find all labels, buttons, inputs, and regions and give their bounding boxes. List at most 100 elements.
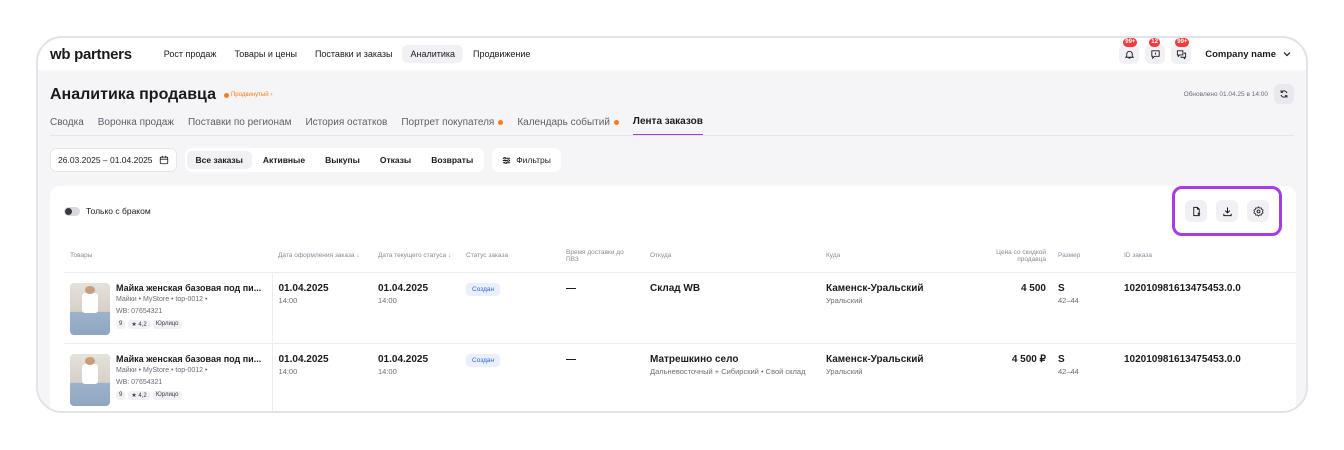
tab-sales-funnel[interactable]: Воронка продаж bbox=[98, 116, 174, 136]
promo-badge[interactable]: Продвинутый › bbox=[223, 92, 273, 98]
segment-refusals[interactable]: Отказы bbox=[371, 151, 420, 169]
col-header-from: Откуда bbox=[650, 252, 672, 260]
tab-label: Портрет покупателя bbox=[401, 117, 495, 128]
tab-regional-supplies[interactable]: Поставки по регионам bbox=[188, 116, 291, 136]
table-row[interactable]: Майка женская базовая под пи... Майки • … bbox=[64, 271, 1296, 343]
col-header-price: Цена со скидкой продавца bbox=[996, 248, 1046, 263]
defect-only-toggle[interactable] bbox=[64, 206, 80, 216]
rating-value: 4,2 bbox=[138, 321, 147, 328]
report-button[interactable] bbox=[1185, 200, 1207, 222]
segment-buyouts[interactable]: Выкупы bbox=[316, 151, 369, 169]
product-chips: 9 ★ 4,2 Юрлицо bbox=[116, 319, 266, 329]
delivery-cell: — bbox=[560, 342, 644, 411]
date-range-value: 26.03.2025 – 01.04.2025 bbox=[58, 155, 153, 165]
page-title-text: Аналитика продавца bbox=[50, 86, 216, 103]
from-region: Дальневосточный + Сибирский • Свой склад bbox=[650, 366, 806, 376]
size-range: 42–44 bbox=[1058, 366, 1079, 376]
to-cell: Каменск-Уральский Уральский bbox=[820, 342, 988, 411]
table-settings-button[interactable] bbox=[1247, 200, 1269, 222]
product-name[interactable]: Майка женская базовая под пи... bbox=[116, 354, 266, 364]
col-header-size: Размер bbox=[1058, 252, 1081, 260]
tab-label: Лента заказов bbox=[632, 116, 703, 127]
status-time: 14:00 bbox=[378, 295, 397, 305]
chevron-right-icon: › bbox=[270, 92, 273, 98]
segment-active[interactable]: Активные bbox=[254, 151, 314, 169]
promo-label: Продвинутый bbox=[230, 92, 269, 98]
tab-summary[interactable]: Сводка bbox=[50, 116, 84, 136]
promo-dot-icon bbox=[223, 92, 229, 98]
table-row[interactable]: Майка женская базовая под пи... Майки • … bbox=[64, 342, 1296, 411]
tab-orders-feed[interactable]: Лента заказов bbox=[632, 116, 703, 136]
bell-icon bbox=[1124, 50, 1135, 59]
col-header-order-date[interactable]: Дата оформления заказа ↓ bbox=[272, 240, 372, 272]
product-meta: Майки • MyStore • top-0012 • bbox=[116, 295, 208, 303]
nav-item-analytics[interactable]: Аналитика bbox=[402, 45, 464, 63]
product-wb-article: WB: 07654321 bbox=[116, 378, 163, 386]
tab-events-calendar[interactable]: Календарь событий bbox=[517, 116, 619, 136]
download-button[interactable] bbox=[1216, 200, 1238, 222]
size-value: S bbox=[1058, 282, 1065, 294]
filters-button-label: Фильтры bbox=[516, 155, 551, 165]
product-thumbnail[interactable] bbox=[70, 282, 110, 335]
settings-icon bbox=[1252, 205, 1264, 217]
col-header-product: Товары bbox=[70, 252, 93, 260]
messages-badge: 12 bbox=[1149, 38, 1160, 47]
product-thumbnail[interactable] bbox=[70, 353, 110, 406]
table-actions-group bbox=[1172, 186, 1282, 236]
nav-item-products[interactable]: Товары и цены bbox=[226, 45, 305, 63]
logo[interactable]: wb partners bbox=[50, 46, 132, 63]
status-time: 14:00 bbox=[378, 366, 397, 376]
order-id-cell: 102010981613475453.0.0 bbox=[1118, 342, 1296, 411]
tab-stock-history[interactable]: История остатков bbox=[305, 116, 387, 136]
nav-item-growth[interactable]: Рост продаж bbox=[156, 45, 225, 63]
tab-label: История остатков bbox=[305, 117, 388, 128]
to-city: Каменск-Уральский bbox=[826, 353, 924, 365]
notifications-badge: 99+ bbox=[1123, 38, 1138, 47]
col-header-label: Дата текущего статуса bbox=[378, 252, 447, 260]
filters-button[interactable]: Фильтры bbox=[492, 148, 561, 172]
tab-customer-profile[interactable]: Портрет покупателя bbox=[401, 116, 504, 136]
updated-timestamp: Обновлено 01.04.25 в 14:00 bbox=[1183, 91, 1268, 98]
chip-entity: Юрлицо bbox=[152, 319, 182, 329]
segment-returns[interactable]: Возвраты bbox=[422, 151, 482, 169]
col-header-to: Куда bbox=[826, 252, 841, 260]
segment-all-orders[interactable]: Все заказы bbox=[186, 151, 252, 169]
refresh-button[interactable] bbox=[1274, 84, 1294, 104]
company-selector[interactable]: Company name bbox=[1205, 49, 1292, 60]
to-region: Уральский bbox=[826, 295, 863, 305]
nav-item-supplies[interactable]: Поставки и заказы bbox=[307, 45, 401, 63]
logo-wb: wb bbox=[50, 45, 71, 63]
new-dot-icon bbox=[498, 120, 504, 125]
product-name[interactable]: Майка женская базовая под пи... bbox=[116, 283, 266, 293]
order-id[interactable]: 102010981613475453.0.0 bbox=[1124, 283, 1290, 294]
col-header-order-id: ID заказа bbox=[1124, 252, 1153, 260]
star-icon: ★ bbox=[131, 321, 137, 328]
chat-button[interactable]: 99+ bbox=[1171, 38, 1192, 64]
status-cell: Создан bbox=[460, 342, 560, 411]
status-date-cell: 01.04.2025 14:00 bbox=[372, 342, 460, 411]
order-date-cell: 01.04.2025 14:00 bbox=[272, 271, 372, 343]
chip-rating: ★ 4,2 bbox=[128, 390, 150, 400]
product-cell: Майка женская базовая под пи... Майки • … bbox=[64, 271, 273, 343]
notifications-button[interactable]: 99+ bbox=[1119, 38, 1140, 64]
filters-bar: 26.03.2025 – 01.04.2025 Все заказы Актив… bbox=[50, 148, 561, 172]
orders-panel: Только с браком Товары Дата оформления з… bbox=[50, 186, 1296, 411]
messages-button[interactable]: 12 bbox=[1145, 38, 1166, 64]
tab-label: Поставки по регионам bbox=[187, 117, 292, 128]
chip-rating: ★ 4,2 bbox=[128, 319, 150, 329]
col-header-status-date[interactable]: Дата текущего статуса ↓ bbox=[372, 240, 460, 272]
chevron-down-icon bbox=[1283, 52, 1291, 57]
defect-only-label: Только с браком bbox=[86, 206, 151, 216]
from-warehouse: Склад WB bbox=[650, 282, 701, 294]
date-range-picker[interactable]: 26.03.2025 – 01.04.2025 bbox=[50, 148, 177, 172]
status-cell: Создан bbox=[460, 271, 560, 343]
order-type-segmented-control: Все заказы Активные Выкупы Отказы Возвра… bbox=[184, 148, 485, 172]
chat-badge: 99+ bbox=[1175, 38, 1190, 47]
delivery-time: — bbox=[566, 353, 576, 365]
status-date-cell: 01.04.2025 14:00 bbox=[372, 271, 460, 343]
report-icon bbox=[1192, 206, 1200, 216]
defect-only-toggle-row: Только с браком bbox=[64, 206, 151, 216]
order-id[interactable]: 102010981613475453.0.0 bbox=[1124, 354, 1290, 365]
star-icon: ★ bbox=[131, 392, 137, 399]
nav-item-promotion[interactable]: Продвижение bbox=[465, 45, 538, 63]
